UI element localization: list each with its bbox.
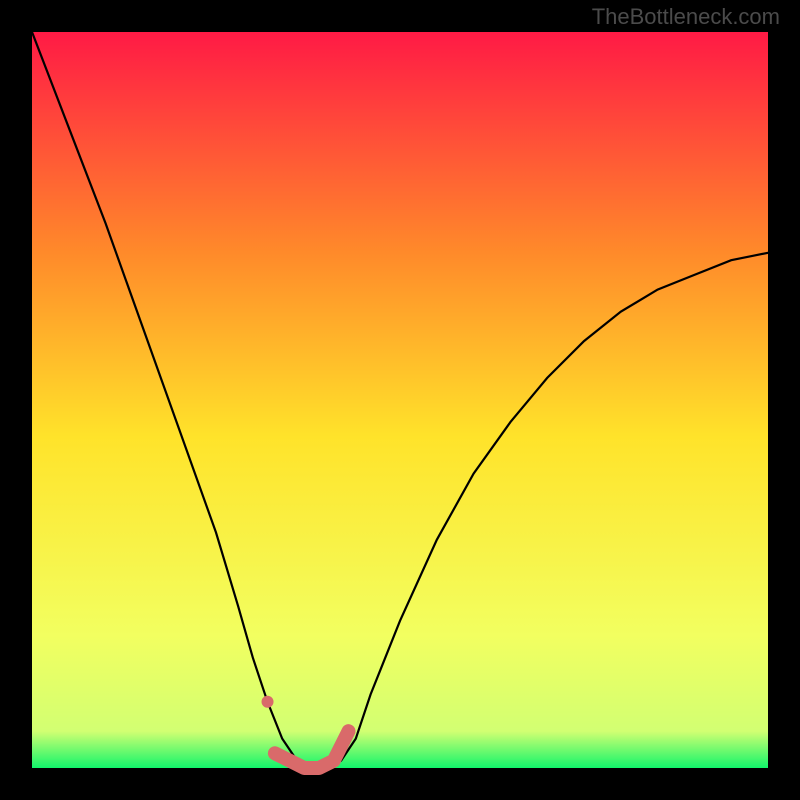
watermark-text: TheBottleneck.com [592,4,780,30]
chart-frame: { "watermark": "TheBottleneck.com", "col… [0,0,800,800]
plot-background [32,32,768,768]
accent-dot [262,696,274,708]
bottleneck-chart [0,0,800,800]
